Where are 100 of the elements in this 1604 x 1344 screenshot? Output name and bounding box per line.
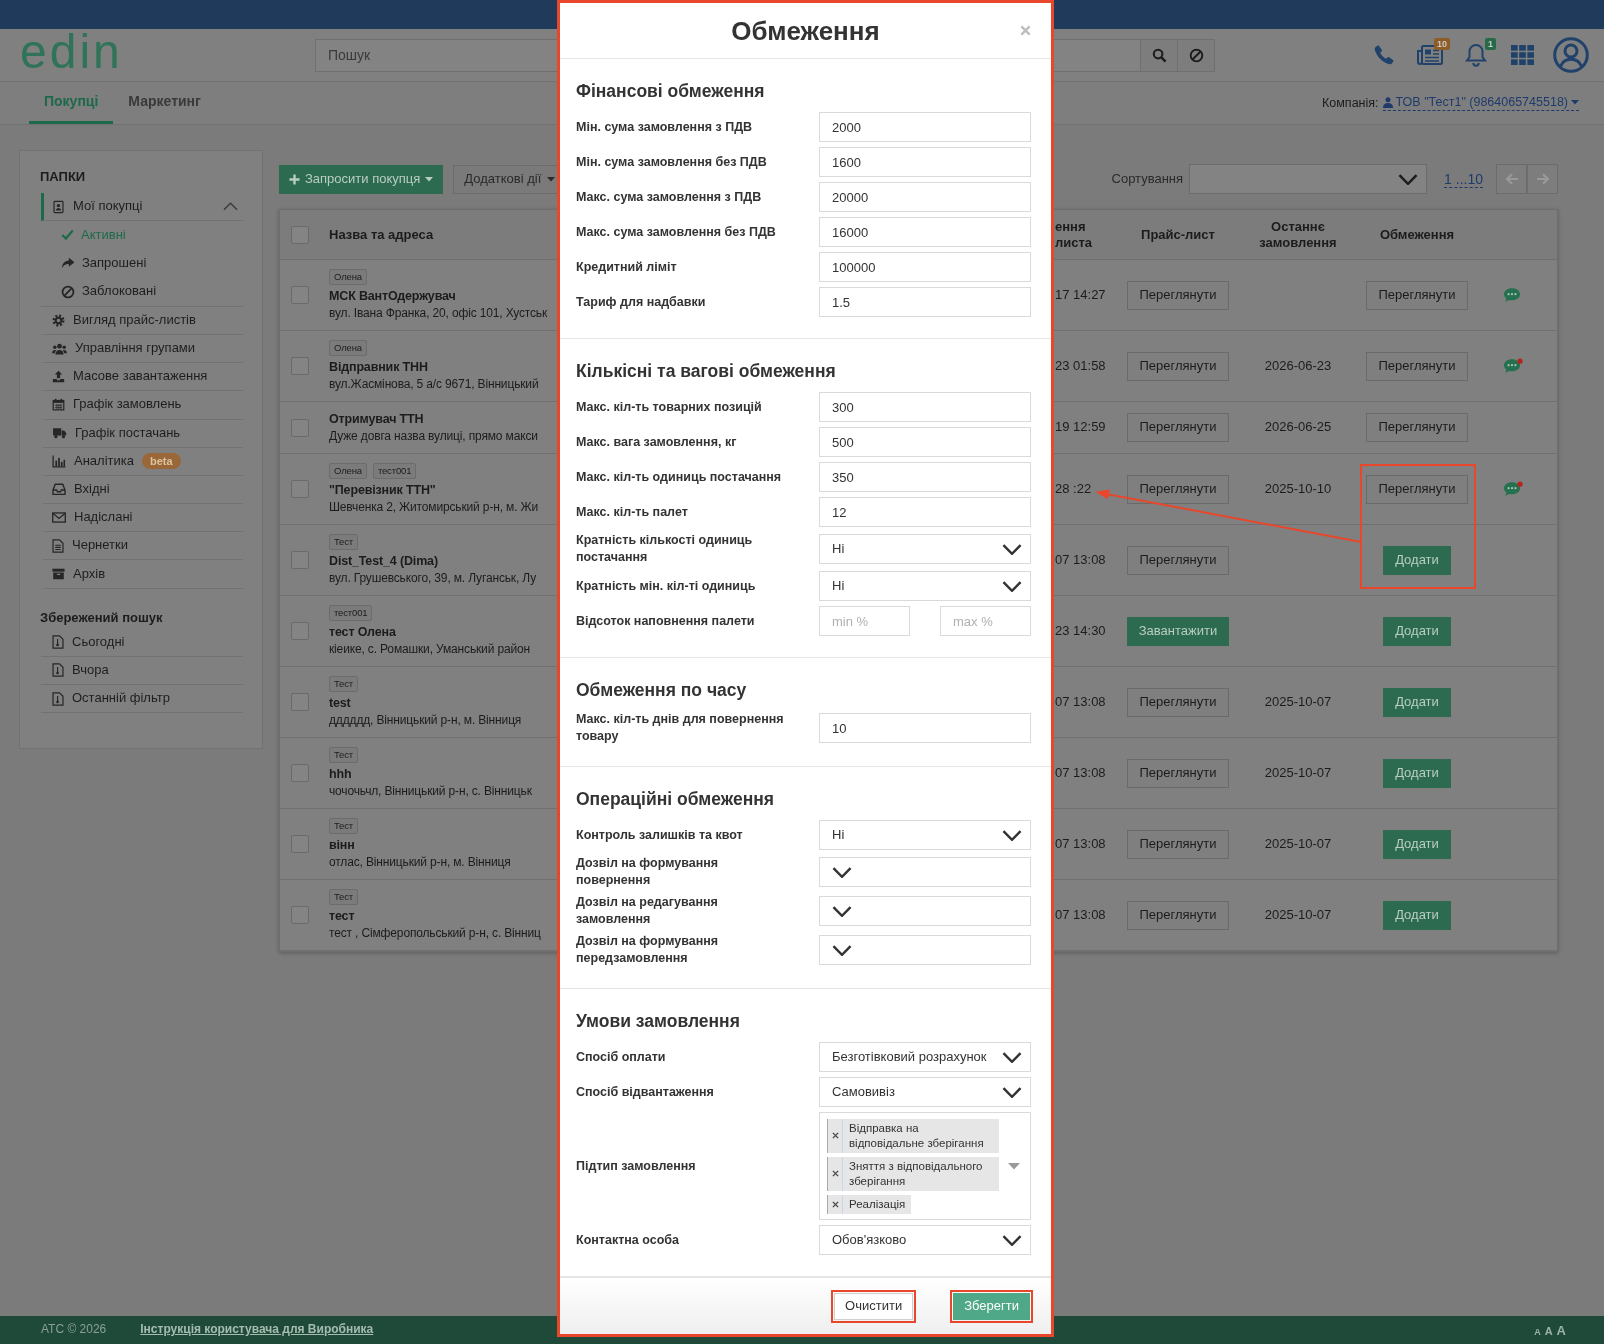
select-field[interactable] [819,935,1031,965]
select-field[interactable] [819,896,1031,926]
checkbox[interactable] [291,418,309,437]
select-field[interactable]: Ні [819,571,1031,601]
table-button[interactable]: Додати [1383,758,1451,788]
input-field[interactable]: 20000 [819,182,1031,212]
table-button[interactable]: Переглянути [1127,687,1229,717]
sidebar-item[interactable]: Останній фільтр [41,685,243,714]
chevron-up-icon[interactable] [223,202,238,212]
company-link[interactable]: ТОВ "Тест1" (9864065745518) [1382,95,1579,111]
bell-icon[interactable] [1464,42,1488,68]
save-button[interactable]: Зберегти [953,1292,1030,1320]
checkbox[interactable] [291,835,309,853]
sidebar-item[interactable]: Мої покупці [41,193,243,222]
remove-icon[interactable] [831,1200,839,1208]
checkbox[interactable] [291,906,309,924]
clear-button[interactable]: Очистити [834,1292,914,1320]
sidebar-item[interactable]: Вхідні [41,475,243,505]
input-field[interactable]: 500 [819,427,1031,457]
avatar-icon[interactable] [1553,37,1589,73]
sidebar-item[interactable]: Архів [41,560,243,589]
checkbox[interactable] [291,357,309,375]
manual-link[interactable]: Інструкція користувача для Виробника [140,1322,374,1338]
table-button[interactable]: Додати [1383,687,1451,717]
table-button[interactable]: Переглянути [1366,351,1468,381]
table-button[interactable]: Переглянути [1127,545,1229,575]
table-button[interactable]: Завантажити [1126,616,1230,646]
chat-icon[interactable] [1502,481,1523,497]
table-button[interactable]: Додати [1383,545,1451,575]
sidebar-item[interactable]: Аналітика beta [41,447,243,476]
text-size-button[interactable]: A [1544,1325,1553,1337]
remove-icon[interactable] [831,1132,839,1139]
tag-chip[interactable]: Зняття з відповідального зберігання [827,1156,999,1191]
table-button[interactable]: Додати [1383,829,1451,859]
text-size-button[interactable]: A [1556,1323,1566,1337]
select-field[interactable]: Ні [819,534,1031,564]
table-button[interactable]: Переглянути [1127,900,1229,930]
field-label: Контроль залишків та квот [576,826,744,844]
pagination-link[interactable]: 1 ...10 [1444,170,1483,188]
select-field[interactable] [819,857,1031,887]
checkbox[interactable] [291,286,309,304]
input-field[interactable]: 1.5 [819,287,1031,317]
sidebar-item[interactable]: Масове завантаження [41,363,243,392]
input-field[interactable]: 1600 [819,147,1031,177]
input-field[interactable]: 100000 [819,252,1031,282]
tab[interactable]: Маркетинг [113,82,216,124]
select-field[interactable]: Ні [819,820,1031,850]
checkbox[interactable] [291,551,309,569]
table-button[interactable]: Переглянути [1366,413,1468,442]
input-field[interactable]: 300 [819,392,1031,422]
checkbox[interactable] [291,622,309,640]
table-button[interactable]: Переглянути [1127,280,1229,310]
sidebar-item[interactable]: Сьогодні [41,628,243,657]
input-field[interactable]: 2000 [819,112,1031,142]
table-button[interactable]: Додати [1383,900,1451,930]
tag-chip[interactable]: Відправка на відповідальне зберігання [827,1118,999,1153]
checkbox[interactable] [291,225,309,244]
tag-chip[interactable]: Реалізація [827,1194,912,1214]
chat-icon[interactable] [1502,287,1523,303]
close-icon[interactable] [1020,25,1031,36]
table-button[interactable]: Переглянути [1127,829,1229,859]
table-button[interactable]: Переглянути [1127,758,1229,788]
table-button[interactable]: Переглянути [1127,474,1229,504]
table-button[interactable]: Переглянути [1366,280,1468,310]
table-button[interactable]: Переглянути [1127,413,1229,442]
multi-select-field[interactable]: Відправка на відповідальне зберігання Зняття з відповідального зберігання Реалізація [819,1112,1031,1220]
table-button[interactable]: Додати [1383,616,1451,646]
input-field[interactable]: 350 [819,462,1031,492]
chat-icon[interactable] [1502,358,1523,374]
input-field[interactable]: min % [819,606,910,636]
sidebar-item[interactable]: Заблоковані [41,277,243,306]
checkbox[interactable] [291,480,309,498]
sidebar-item[interactable]: Вчора [41,656,243,685]
input-field[interactable]: max % [940,606,1031,636]
sidebar-item[interactable]: Запрошені [41,249,243,278]
phone-icon[interactable] [1373,44,1395,66]
sidebar-item[interactable]: Надіслані [41,504,243,533]
input-field[interactable]: 10 [819,713,1031,743]
checkbox[interactable] [291,693,309,711]
select-field[interactable]: Безготівковий розрахунок [819,1042,1031,1072]
sidebar-item[interactable]: Чернетки [41,532,243,561]
search-button[interactable] [1141,38,1178,72]
sidebar-item[interactable]: Графік постачань [41,419,243,448]
sort-select[interactable] [1189,164,1428,194]
clear-button[interactable] [1178,38,1215,72]
text-size-button[interactable]: A [1534,1327,1541,1337]
select-field[interactable]: Самовивіз [819,1077,1031,1107]
sidebar-item[interactable]: Вигляд прайс-листів [41,306,243,335]
invite-button[interactable]: Запросити покупця [279,164,444,194]
sidebar-item[interactable]: Графік замовлень [41,391,243,420]
table-button[interactable]: Переглянути [1366,474,1468,504]
apps-grid-icon[interactable] [1510,45,1534,65]
select-field[interactable]: Обов'язково [819,1225,1031,1255]
caret-icon[interactable] [1008,1162,1020,1170]
sidebar-item[interactable]: Управління групами [41,334,243,364]
table-button[interactable]: Переглянути [1127,351,1229,381]
remove-icon[interactable] [831,1170,839,1177]
input-field[interactable]: 16000 [819,217,1031,247]
input-field[interactable]: 12 [819,497,1031,527]
checkbox[interactable] [291,764,309,782]
